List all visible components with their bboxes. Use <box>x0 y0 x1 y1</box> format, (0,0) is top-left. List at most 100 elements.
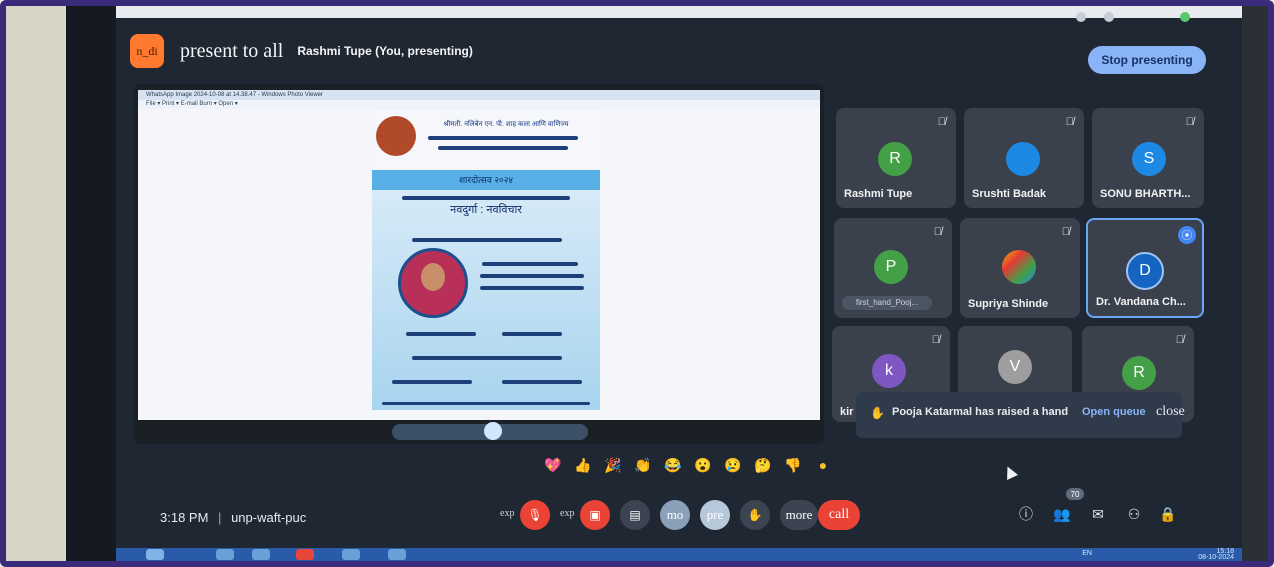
poster-subline <box>438 146 568 150</box>
heart-reaction-icon[interactable]: 💖 <box>544 456 562 474</box>
people-count-badge: 70 <box>1066 488 1084 500</box>
college-logo <box>376 116 416 156</box>
participant-name: SONU BHARTH... <box>1100 188 1191 200</box>
avatar: S <box>1132 142 1166 176</box>
thumbs-down-reaction-icon[interactable]: 👎 <box>784 456 802 474</box>
event-poster: श्रीमती. नलिबेन एन. पी. शाह कला आणि वाणि… <box>372 110 600 410</box>
participant-tile[interactable]: 🎙̸ Supriya Shinde <box>960 218 1080 318</box>
photo-viewer-menu[interactable]: File ▾ Print ▾ E-mail Burn ▾ Open ▾ <box>138 100 820 109</box>
meeting-info: 3:18 PM | unp-waft-puc <box>160 510 306 525</box>
poster-subline <box>412 238 562 242</box>
participant-name: Supriya Shinde <box>968 298 1049 310</box>
skin-tone-icon[interactable]: ● <box>814 456 832 474</box>
browser-titlebar <box>116 6 1242 22</box>
poster-subline <box>480 286 584 290</box>
open-queue-button[interactable]: Open queue <box>1082 406 1146 418</box>
stop-presenting-button[interactable]: Stop presenting <box>1088 46 1206 74</box>
poster-subline <box>402 196 570 200</box>
camera-off-icon[interactable]: ▣ <box>580 500 610 530</box>
mic-off-icon[interactable]: 🎙 <box>520 500 550 530</box>
media-icon[interactable] <box>342 549 360 560</box>
photo-viewer-title: WhatsApp Image 2024-10-08 at 14.38.47 - … <box>138 90 820 100</box>
captions-icon[interactable]: ▤ <box>620 500 650 530</box>
party-reaction-icon[interactable]: 🎉 <box>604 456 622 474</box>
mic-off-icon: 🎙̸ <box>933 226 942 238</box>
meeting-details-icon[interactable]: ⓘ <box>1016 504 1036 524</box>
presenter-label: Rashmi Tupe (You, presenting) <box>297 44 473 58</box>
surprised-reaction-icon[interactable]: 😮 <box>694 456 712 474</box>
avatar: V <box>998 350 1032 384</box>
photo-viewer-toolbar[interactable] <box>392 422 588 440</box>
mic-off-icon: 🎙̸ <box>1175 334 1184 346</box>
avatar: P <box>874 250 908 284</box>
poster-subline <box>406 332 476 336</box>
host-controls-icon[interactable]: 🔒 <box>1158 504 1178 524</box>
poster-theme: नवदुर्गा : नवविचार <box>450 204 522 216</box>
reaction-bar: 💖 👍 🎉 👏 😂 😮 😢 🤔 👎 ● <box>544 452 832 478</box>
explorer-icon[interactable] <box>216 549 234 560</box>
end-call-button[interactable]: call <box>818 500 860 530</box>
present-title: present to all <box>180 39 284 62</box>
mic-off-icon: 🎙̸ <box>1061 226 1070 238</box>
poster-subline <box>428 136 578 140</box>
monitor-edge <box>1238 6 1268 561</box>
poster-subline <box>480 274 584 278</box>
meeting-header: n_di present to all Rashmi Tupe (You, pr… <box>130 34 473 68</box>
avatar: D <box>1126 252 1164 290</box>
participant-name: Srushti Badak <box>972 188 1046 200</box>
more-options-button[interactable]: more <box>780 500 818 530</box>
poster-event-title: शारदोत्सव २०२४ <box>458 175 514 185</box>
minimize-icon[interactable] <box>1076 12 1086 22</box>
avatar: k <box>872 354 906 388</box>
avatar: R <box>1122 356 1156 390</box>
poster-subline <box>502 380 582 384</box>
avatar <box>1006 142 1040 176</box>
mic-off-icon: 🎙̸ <box>937 116 946 128</box>
control-label: exp <box>500 508 515 519</box>
raised-hand-toast: ✋ Pooja Katarmal has raised a hand Open … <box>856 392 1185 438</box>
thinking-reaction-icon[interactable]: 🤔 <box>754 456 772 474</box>
profile-icon[interactable] <box>1180 12 1190 22</box>
participant-tile[interactable]: S 🎙̸ SONU BHARTH... <box>1092 108 1204 208</box>
chrome-icon[interactable] <box>296 549 314 560</box>
participant-name: Rashmi Tupe <box>844 188 913 200</box>
photo-viewer-icon[interactable] <box>388 549 406 560</box>
mic-off-icon: 🎙̸ <box>931 334 940 346</box>
laugh-reaction-icon[interactable]: 😂 <box>664 456 682 474</box>
language-indicator[interactable]: EN <box>1082 550 1092 557</box>
clock-date: 08-10-2024 <box>1198 554 1234 561</box>
emoji-button[interactable]: mo <box>660 500 690 530</box>
windows-taskbar: EN 15:18 08-10-2024 <box>116 548 1242 561</box>
participant-tile-active[interactable]: D ⦿ Dr. Vandana Ch... <box>1086 218 1204 318</box>
participant-tile[interactable]: R 🎙̸ Rashmi Tupe <box>836 108 956 208</box>
raise-hand-icon: ✋ <box>870 406 885 420</box>
speaker-face <box>421 263 445 291</box>
thumbs-up-reaction-icon[interactable]: 👍 <box>574 456 592 474</box>
participant-tile[interactable]: 🎙̸ Srushti Badak <box>964 108 1084 208</box>
present-button[interactable]: pre <box>700 500 730 530</box>
chat-icon[interactable]: ✉ <box>1088 504 1108 524</box>
sad-reaction-icon[interactable]: 😢 <box>724 456 742 474</box>
clap-reaction-icon[interactable]: 👏 <box>634 456 652 474</box>
start-icon[interactable] <box>146 549 164 560</box>
folder-icon[interactable] <box>252 549 270 560</box>
close-button[interactable]: close <box>1156 404 1185 420</box>
avatar: R <box>878 142 912 176</box>
system-clock[interactable]: 15:18 08-10-2024 <box>1198 548 1234 561</box>
speaker-portrait <box>398 248 468 318</box>
people-icon[interactable]: 👥 <box>1052 504 1072 524</box>
maximize-icon[interactable] <box>1104 12 1114 22</box>
raise-hand-icon[interactable]: ✋ <box>740 500 770 530</box>
participant-name: Dr. Vandana Ch... <box>1096 296 1186 308</box>
poster-subline <box>392 380 472 384</box>
poster-subline <box>482 262 578 266</box>
slideshow-icon[interactable] <box>484 422 502 440</box>
activities-icon[interactable]: ⚇ <box>1124 504 1144 524</box>
meeting-controls-bar: 3:18 PM | unp-waft-puc exp 🎙 exp ▣ ▤ mo … <box>116 488 1242 548</box>
participant-tile[interactable]: P 🎙̸ first_hand_Pooj... <box>834 218 952 318</box>
mic-off-icon: 🎙̸ <box>1065 116 1074 128</box>
poster-header: श्रीमती. नलिबेन एन. पी. शाह कला आणि वाणि… <box>372 110 600 170</box>
meeting-code: unp-waft-puc <box>231 510 307 525</box>
participant-name: kir <box>840 406 854 418</box>
poster-college-name: श्रीमती. नलिबेन एन. पी. शाह कला आणि वाणि… <box>443 121 569 128</box>
